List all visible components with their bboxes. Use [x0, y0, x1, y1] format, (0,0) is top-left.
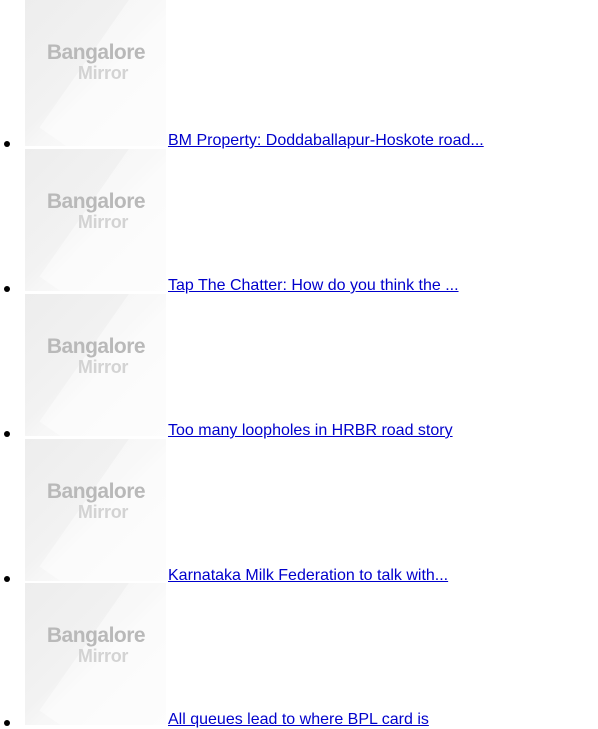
article-link[interactable]: All queues lead to where BPL card is: [168, 710, 429, 729]
bullet-icon: [4, 431, 10, 437]
news-list: Bangalore Mirror BM Property: Doddaballa…: [0, 0, 598, 729]
bangalore-mirror-logo: Bangalore Mirror: [41, 42, 151, 82]
article-link[interactable]: Tap The Chatter: How do you think the ..…: [168, 276, 459, 295]
logo-line1: Bangalore: [46, 624, 146, 647]
article-thumbnail[interactable]: Bangalore Mirror: [25, 149, 166, 291]
article-link[interactable]: Too many loopholes in HRBR road story: [168, 421, 453, 440]
article-link[interactable]: Karnataka Milk Federation to talk with..…: [168, 566, 448, 585]
article-thumbnail[interactable]: Bangalore Mirror: [25, 0, 166, 146]
bullet-icon: [4, 576, 10, 582]
logo-line2: Mirror: [77, 212, 129, 232]
bangalore-mirror-logo: Bangalore Mirror: [41, 191, 151, 231]
logo-line1: Bangalore: [46, 480, 146, 503]
logo-line1: Bangalore: [46, 41, 146, 64]
bangalore-mirror-logo: Bangalore Mirror: [41, 625, 151, 665]
list-item: Bangalore Mirror Tap The Chatter: How do…: [0, 149, 598, 295]
bullet-icon: [4, 286, 10, 292]
article-link[interactable]: BM Property: Doddaballapur-Hoskote road.…: [168, 131, 484, 150]
logo-line2: Mirror: [77, 502, 129, 522]
bangalore-mirror-logo: Bangalore Mirror: [41, 336, 151, 376]
logo-line1: Bangalore: [46, 190, 146, 213]
article-thumbnail[interactable]: Bangalore Mirror: [25, 583, 166, 725]
logo-line1: Bangalore: [46, 335, 146, 358]
bangalore-mirror-logo: Bangalore Mirror: [41, 481, 151, 521]
bullet-icon: [4, 141, 10, 147]
list-item: Bangalore Mirror Too many loopholes in H…: [0, 294, 598, 440]
article-thumbnail[interactable]: Bangalore Mirror: [25, 294, 166, 436]
list-item: Bangalore Mirror All queues lead to wher…: [0, 583, 598, 729]
logo-line2: Mirror: [77, 63, 129, 83]
list-item: Bangalore Mirror BM Property: Doddaballa…: [0, 0, 598, 150]
article-thumbnail[interactable]: Bangalore Mirror: [25, 439, 166, 581]
list-item: Bangalore Mirror Karnataka Milk Federati…: [0, 439, 598, 585]
bullet-icon: [4, 720, 10, 726]
logo-line2: Mirror: [77, 646, 129, 666]
logo-line2: Mirror: [77, 357, 129, 377]
